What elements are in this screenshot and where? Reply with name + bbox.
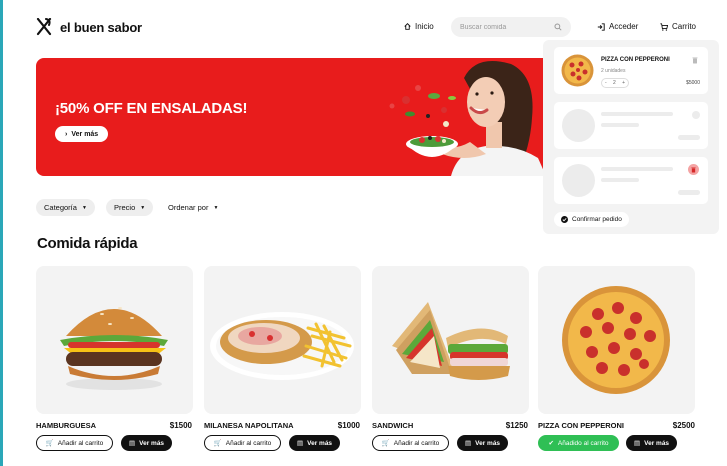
skeleton-thumbnail <box>562 164 595 197</box>
details-icon: ▤ <box>464 440 472 447</box>
chevron-right-icon: › <box>65 130 68 138</box>
search-icon[interactable] <box>554 23 562 31</box>
caret-down-icon: ▼ <box>213 204 219 211</box>
search-bar[interactable] <box>451 17 571 37</box>
skeleton-line <box>601 178 639 182</box>
add-to-cart-label: Añadir al carrito <box>225 439 272 447</box>
skeleton-line <box>601 112 673 116</box>
view-more-button[interactable]: ▤ Ver más <box>626 435 677 451</box>
skeleton-line <box>601 123 639 127</box>
skeleton-thumbnail <box>562 109 595 142</box>
banner-cta-label: Ver más <box>71 130 99 138</box>
sandwich-image <box>392 302 510 380</box>
decrement-button[interactable]: - <box>605 80 607 86</box>
cart-item-price: $5000 <box>686 80 700 86</box>
product-name: HAMBURGUESA <box>36 421 96 430</box>
product-name: SANDWICH <box>372 421 414 430</box>
cart-item-name: PIZZA CON PEPPERONI <box>601 57 670 63</box>
cart-add-icon: 🛒 <box>45 440 54 447</box>
pizza-image <box>562 286 670 394</box>
product-image-milanesa[interactable] <box>204 266 361 414</box>
home-icon <box>404 23 411 30</box>
cart-add-icon: 🛒 <box>213 440 222 447</box>
utensils-icon <box>36 18 52 36</box>
add-to-cart-label: Añadir al carrito <box>393 439 440 447</box>
sort-filter-label: Ordenar por <box>168 203 209 212</box>
product-image-hamburguesa[interactable] <box>36 266 193 414</box>
product-price: $2500 <box>672 421 695 430</box>
added-to-cart-button[interactable]: ✔ Añadido al carrito <box>538 435 619 451</box>
added-to-cart-label: Añadido al carrito <box>557 439 609 447</box>
nav-home-label: Inicio <box>415 22 434 31</box>
add-to-cart-button[interactable]: 🛒 Añadir al carrito <box>204 435 281 451</box>
login-label: Acceder <box>609 22 639 31</box>
cart-dropdown-panel: PIZZA CON PEPPERONI 2 unidades - 2 + $50… <box>543 40 719 234</box>
skeleton-dot <box>692 111 700 119</box>
cart-add-icon: 🛒 <box>381 440 390 447</box>
product-price: $1500 <box>169 421 192 430</box>
product-name: PIZZA CON PEPPERONI <box>538 421 624 430</box>
nav-home-link[interactable]: Inicio <box>404 22 434 31</box>
caret-down-icon: ▼ <box>81 204 87 211</box>
check-circle-icon <box>561 216 568 223</box>
cart-item-skeleton <box>554 102 708 149</box>
product-price: $1000 <box>337 421 360 430</box>
view-more-button[interactable]: ▤ Ver más <box>289 435 340 451</box>
view-more-label: Ver más <box>644 439 670 447</box>
details-icon: ▤ <box>128 440 136 447</box>
confirm-order-label: Confirmar pedido <box>572 216 622 223</box>
cart-item-units: 2 unidades <box>601 68 626 74</box>
brand-name: el buen sabor <box>60 19 142 35</box>
confirm-order-button[interactable]: Confirmar pedido <box>554 212 629 227</box>
quantity-stepper[interactable]: - 2 + <box>601 78 629 88</box>
trash-icon[interactable] <box>690 55 700 65</box>
cart-link[interactable]: Carrito <box>660 22 696 31</box>
caret-down-icon: ▼ <box>140 204 146 211</box>
view-more-label: Ver más <box>307 439 333 447</box>
price-filter-label: Precio <box>114 203 136 212</box>
price-filter[interactable]: Precio ▼ <box>106 199 154 216</box>
skeleton-line <box>678 135 700 140</box>
sort-filter[interactable]: Ordenar por ▼ <box>160 199 226 216</box>
view-more-label: Ver más <box>475 439 501 447</box>
category-filter[interactable]: Categoría ▼ <box>36 199 95 216</box>
details-icon: ▤ <box>296 440 304 447</box>
milanesa-image <box>210 312 354 380</box>
add-to-cart-button[interactable]: 🛒 Añadir al carrito <box>36 435 113 451</box>
banner-headline: ¡50% OFF EN ENSALADAS! <box>55 100 248 117</box>
category-filter-label: Categoría <box>44 203 77 212</box>
product-image-sandwich[interactable] <box>372 266 529 414</box>
quantity-value: 2 <box>612 80 616 86</box>
trash-icon[interactable] <box>688 164 699 175</box>
search-input[interactable] <box>460 23 550 31</box>
view-more-label: Ver más <box>139 439 165 447</box>
promo-banner: ¡50% OFF EN ENSALADAS! › Ver más <box>36 58 556 176</box>
login-link[interactable]: Acceder <box>597 22 638 31</box>
add-to-cart-button[interactable]: 🛒 Añadir al carrito <box>372 435 449 451</box>
cart-item-skeleton <box>554 157 708 204</box>
product-price: $1250 <box>505 421 528 430</box>
banner-cta-button[interactable]: › Ver más <box>55 126 109 142</box>
product-name: MILANESA NAPOLITANA <box>204 421 294 430</box>
skeleton-line <box>601 167 673 171</box>
brand-logo[interactable]: el buen sabor <box>36 18 142 36</box>
view-more-button[interactable]: ▤ Ver más <box>457 435 508 451</box>
cart-label: Carrito <box>672 22 697 31</box>
section-title: Comida rápida <box>37 235 138 252</box>
cart-item: PIZZA CON PEPPERONI 2 unidades - 2 + $50… <box>554 47 708 94</box>
skeleton-line <box>678 190 700 195</box>
details-icon: ▤ <box>633 440 641 447</box>
product-image-pizza[interactable] <box>538 266 695 414</box>
view-more-button[interactable]: ▤ Ver más <box>121 435 172 451</box>
cart-icon <box>660 22 668 31</box>
cart-item-thumbnail <box>561 54 594 87</box>
hamburger-image <box>60 307 168 390</box>
increment-button[interactable]: + <box>622 80 625 86</box>
woman-salad-illustration <box>389 61 546 176</box>
check-circle-icon: ✔ <box>548 440 554 447</box>
login-icon <box>597 22 605 31</box>
add-to-cart-label: Añadir al carrito <box>57 439 104 447</box>
